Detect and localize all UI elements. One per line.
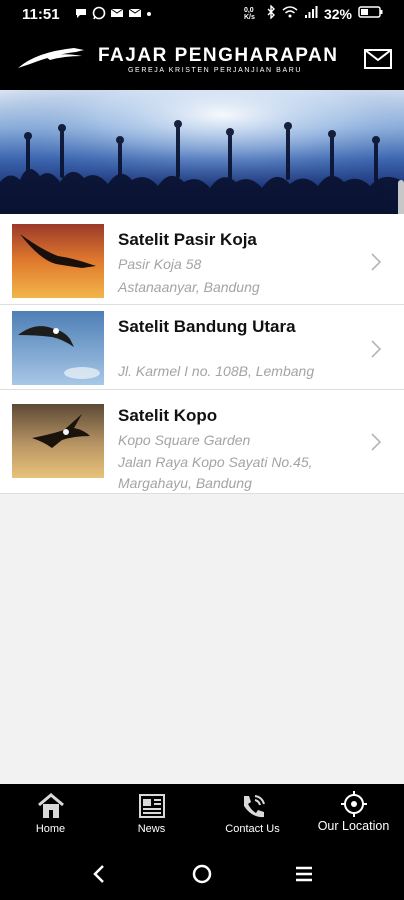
list-item[interactable]: Satelit Kopo Kopo Square Garden Jalan Ra…: [0, 390, 404, 494]
mail-notification-icon: [110, 6, 124, 20]
eagle-sky-thumbnail: [12, 311, 104, 385]
whatsapp-icon: [92, 6, 106, 20]
brand-title: FAJAR PENGHARAPAN: [98, 45, 339, 66]
recent-apps-icon[interactable]: [292, 862, 316, 886]
eagle-logo-icon: [18, 48, 84, 68]
crosshair-location-icon: [340, 791, 367, 817]
newspaper-icon: [138, 794, 165, 818]
system-navigation-bar: [0, 844, 404, 900]
home-icon: [37, 793, 64, 818]
signal-icon: [304, 5, 318, 22]
chevron-right-icon: [371, 340, 382, 358]
location-line2: Astanaanyar, Bandung: [118, 279, 260, 295]
list-item[interactable]: Satelit Pasir Koja Pasir Koja 58 Astanaa…: [0, 214, 404, 305]
nav-news[interactable]: News: [101, 784, 202, 844]
battery-percent: 32%: [323, 5, 352, 22]
status-time: 11:51: [22, 6, 60, 23]
eagle-clouds-thumbnail: [12, 404, 104, 478]
back-icon[interactable]: [88, 862, 112, 886]
app-header: FAJAR PENGHARAPAN GEREJA KRISTEN PERJANJ…: [0, 30, 404, 90]
network-speed-icon: 0,0 K/s: [243, 6, 255, 21]
brand-subtitle: GEREJA KRISTEN PERJANJIAN BARU: [128, 67, 303, 74]
bluetooth-icon: [266, 4, 276, 22]
list-item[interactable]: Satelit Bandung Utara Jl. Karmel I no. 1…: [0, 305, 404, 390]
location-list: Satelit Pasir Koja Pasir Koja 58 Astanaa…: [0, 214, 404, 494]
location-title: Satelit Pasir Koja: [118, 230, 257, 249]
hero-banner-image: [0, 90, 404, 214]
nav-news-label: News: [137, 823, 166, 835]
mail-notification-icon-2: [128, 6, 142, 20]
chat-notification-icon: [74, 6, 88, 20]
wifi-icon: [282, 5, 298, 22]
eagle-sunset-thumbnail: [12, 224, 104, 298]
nav-home[interactable]: Home: [0, 784, 101, 844]
more-notifications-dot-icon: [146, 6, 160, 20]
location-title: Satelit Bandung Utara: [118, 317, 296, 336]
location-line1: Kopo Square Garden: [118, 432, 251, 448]
nav-home-label: Home: [35, 823, 66, 835]
location-line3: Margahayu, Bandung: [118, 475, 252, 491]
phone-icon: [243, 795, 265, 818]
nav-contact-us[interactable]: Contact Us: [202, 784, 303, 844]
mail-icon[interactable]: [364, 49, 392, 69]
nav-contact-us-label: Contact Us: [225, 823, 280, 835]
chevron-right-icon: [371, 433, 382, 451]
nav-our-location-label: Our Location: [317, 819, 390, 833]
location-line2: Jl. Karmel I no. 108B, Lembang: [118, 363, 315, 379]
status-bar: 11:51 0,0 K/s 32%: [0, 0, 404, 30]
location-title: Satelit Kopo: [118, 406, 218, 425]
home-circle-icon[interactable]: [190, 862, 214, 886]
location-line1: Pasir Koja 58: [118, 256, 202, 272]
chevron-right-icon: [371, 253, 382, 271]
bottom-navigation: Home News Contact Us Our Location: [0, 784, 404, 844]
location-line2: Jalan Raya Kopo Sayati No.45,: [118, 454, 313, 470]
battery-icon: [358, 5, 384, 22]
nav-our-location[interactable]: Our Location: [303, 784, 404, 844]
